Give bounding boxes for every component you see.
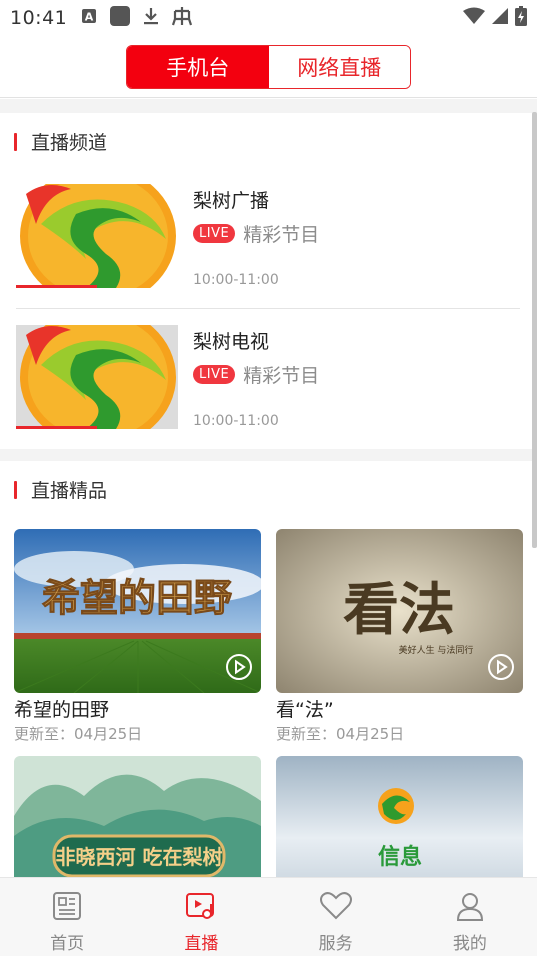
tab-online-live[interactable]: 网络直播 <box>268 46 410 88</box>
battery-charging-icon <box>515 6 527 30</box>
nav-label: 我的 <box>452 934 487 954</box>
section-title: 直播精品 <box>31 480 108 502</box>
nav-item-home[interactable]: 首页 <box>0 878 134 956</box>
featured-heading: 直播精品 <box>14 476 107 503</box>
live-badge: LIVE <box>193 365 236 384</box>
section-accent-bar <box>14 132 17 151</box>
nav-label: 服务 <box>318 934 353 954</box>
nav-label: 直播 <box>184 934 219 954</box>
nav-item-mine[interactable]: 我的 <box>403 878 537 956</box>
card-image: 希望的田野 <box>14 529 261 693</box>
channel-thumbnail <box>16 325 178 429</box>
app-square-icon <box>109 5 131 31</box>
channel-logo-image <box>16 184 178 288</box>
section-gap <box>0 449 537 461</box>
card-art-text: 非晓西河 吃在梨树 <box>56 845 223 869</box>
featured-card-law[interactable]: 看法 美好人生 与法同行 看“法” 更新至：04月25日 <box>276 529 523 744</box>
card-art-text: 希望的田野 <box>42 575 232 620</box>
channel-item-radio[interactable]: 梨树广播 LIVE 精彩节目 10:00-11:00 <box>16 184 520 294</box>
tab-switcher: 手机台 网络直播 <box>126 45 411 89</box>
font-a-icon: A <box>81 8 97 28</box>
card-title: 希望的田野 <box>14 699 110 721</box>
live-channels-heading: 直播频道 <box>14 128 107 155</box>
channel-progress-bar <box>16 285 97 288</box>
featured-card-hope-fields[interactable]: 希望的田野 希望的田野 更新至：04月25日 <box>14 529 261 744</box>
heart-icon <box>319 891 353 925</box>
status-time: 10:41 <box>10 7 68 29</box>
live-badge: LIVE <box>193 224 236 243</box>
section-accent-bar <box>14 480 17 499</box>
channel-time: 10:00-11:00 <box>193 413 279 429</box>
channel-logo-image <box>16 325 178 429</box>
channel-program: 精彩节目 <box>243 224 320 246</box>
top-header: 手机台 网络直播 <box>0 36 537 98</box>
card-updated: 更新至：04月25日 <box>276 725 405 743</box>
card-updated: 更新至：04月25日 <box>14 725 143 743</box>
bottom-nav: 首页 直播 服务 我的 <box>0 877 537 956</box>
play-icon[interactable] <box>225 653 253 685</box>
bug-icon <box>171 5 193 31</box>
tab-mobile-station[interactable]: 手机台 <box>127 46 269 88</box>
scrollbar[interactable] <box>532 112 537 548</box>
nav-item-live[interactable]: 直播 <box>134 878 268 956</box>
news-icon <box>51 891 83 925</box>
card-image: 看法 美好人生 与法同行 <box>276 529 523 693</box>
live-music-icon <box>185 891 217 925</box>
wifi-icon <box>463 7 485 29</box>
list-divider <box>16 308 520 309</box>
card-title: 看“法” <box>276 699 334 721</box>
section-gap <box>0 99 537 113</box>
play-icon[interactable] <box>487 653 515 685</box>
user-icon <box>455 891 485 925</box>
nav-label: 首页 <box>50 934 85 954</box>
channel-thumbnail <box>16 184 178 288</box>
channel-item-tv[interactable]: 梨树电视 LIVE 精彩节目 10:00-11:00 <box>16 325 520 435</box>
svg-text:A: A <box>85 11 94 24</box>
section-title: 直播频道 <box>31 132 108 154</box>
channel-name: 梨树电视 <box>193 331 270 353</box>
channel-program: 精彩节目 <box>243 365 320 387</box>
card-art-text: 信息 <box>378 844 422 870</box>
channel-time: 10:00-11:00 <box>193 272 279 288</box>
card-thumbnail: 希望的田野 <box>14 529 261 693</box>
channel-name: 梨树广播 <box>193 190 270 212</box>
signal-icon <box>491 7 509 29</box>
channel-progress-bar <box>16 426 97 429</box>
download-icon <box>143 6 159 30</box>
card-art-subtext: 美好人生 与法同行 <box>399 644 474 656</box>
card-art-text: 看法 <box>343 577 455 643</box>
nav-item-service[interactable]: 服务 <box>269 878 403 956</box>
card-thumbnail: 看法 美好人生 与法同行 <box>276 529 523 693</box>
status-bar: 10:41 A <box>0 0 537 36</box>
